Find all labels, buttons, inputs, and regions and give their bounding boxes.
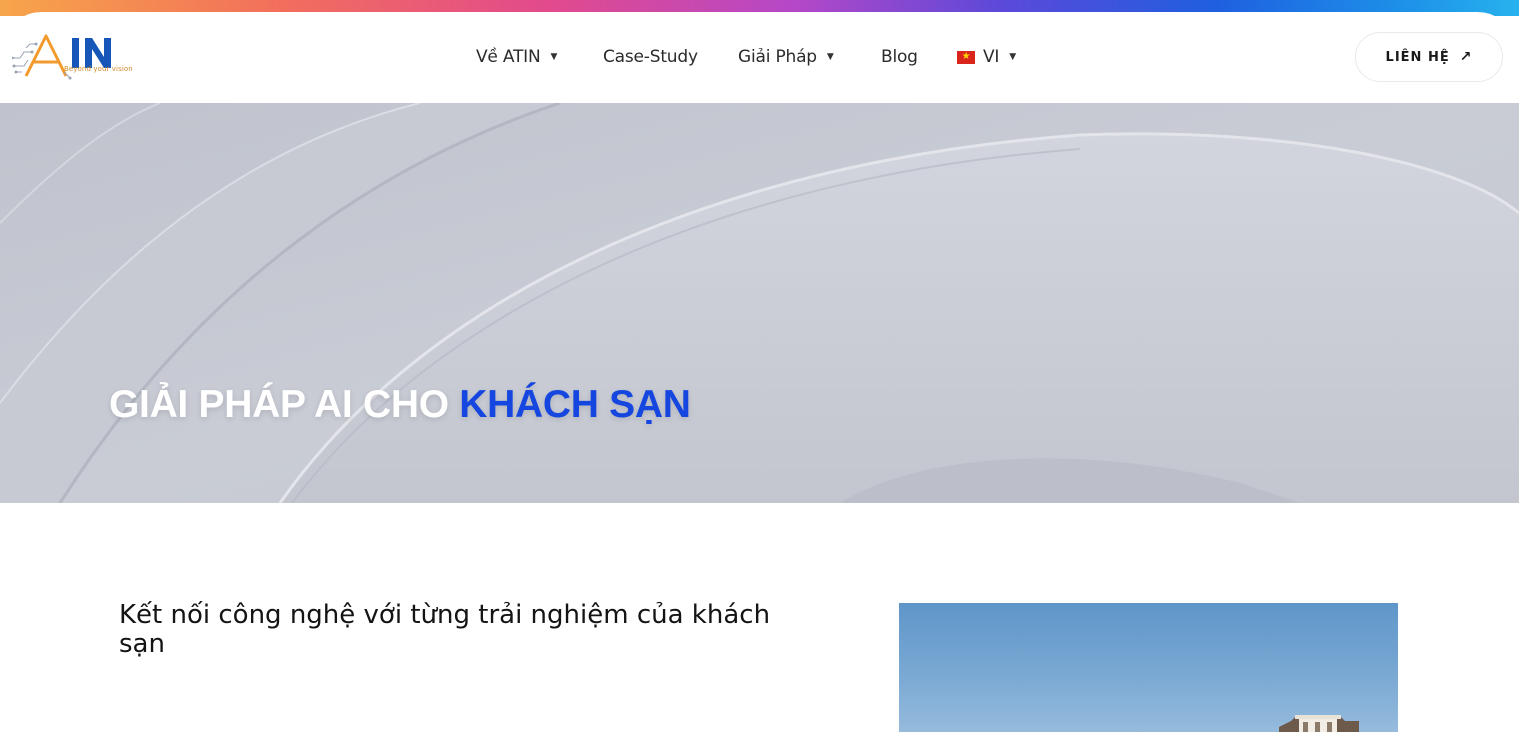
- language-selector[interactable]: ★ VI ▼: [957, 44, 1016, 70]
- hero-background-image: [0, 103, 1519, 503]
- language-label: VI: [983, 47, 1000, 67]
- site-header: Beyond your vision Về ATIN ▼ Case-Study …: [0, 12, 1519, 104]
- nav-item-label: Case-Study: [603, 47, 698, 67]
- nav-item-label: Blog: [881, 47, 918, 67]
- hotel-building-image: [1279, 715, 1359, 732]
- logo[interactable]: Beyond your vision: [12, 32, 140, 84]
- section-heading: Kết nối công nghệ với từng trải nghiệm c…: [119, 600, 771, 659]
- hotel-image: [899, 603, 1398, 732]
- contact-button-label: LIÊN HỆ: [1385, 49, 1450, 65]
- hero-title-prefix: GIẢI PHÁP AI CHO: [109, 383, 449, 426]
- nav-item-giai-phap[interactable]: Giải Pháp ▼: [738, 44, 834, 70]
- hero-banner: GIẢI PHÁP AI CHO KHÁCH SẠN: [0, 103, 1519, 503]
- nav-item-label: Giải Pháp: [738, 47, 817, 67]
- caret-down-icon: ▼: [826, 52, 834, 62]
- nav-item-label: Về ATIN: [476, 47, 541, 67]
- caret-down-icon: ▼: [1009, 52, 1016, 62]
- logo-tagline: Beyond your vision: [64, 65, 133, 73]
- nav-item-blog[interactable]: Blog: [881, 44, 918, 70]
- nav-item-ve-atin[interactable]: Về ATIN ▼: [476, 44, 557, 70]
- hero-title-highlight: KHÁCH SẠN: [459, 383, 691, 426]
- vietnam-flag-icon: ★: [957, 50, 975, 64]
- nav-item-case-study[interactable]: Case-Study: [603, 44, 698, 70]
- atin-logo-icon: [12, 34, 111, 80]
- caret-down-icon: ▼: [550, 52, 558, 62]
- hero-title: GIẢI PHÁP AI CHO KHÁCH SẠN: [109, 383, 691, 427]
- arrow-up-right-icon: ↗: [1459, 49, 1473, 65]
- contact-button[interactable]: LIÊN HỆ ↗: [1355, 32, 1503, 82]
